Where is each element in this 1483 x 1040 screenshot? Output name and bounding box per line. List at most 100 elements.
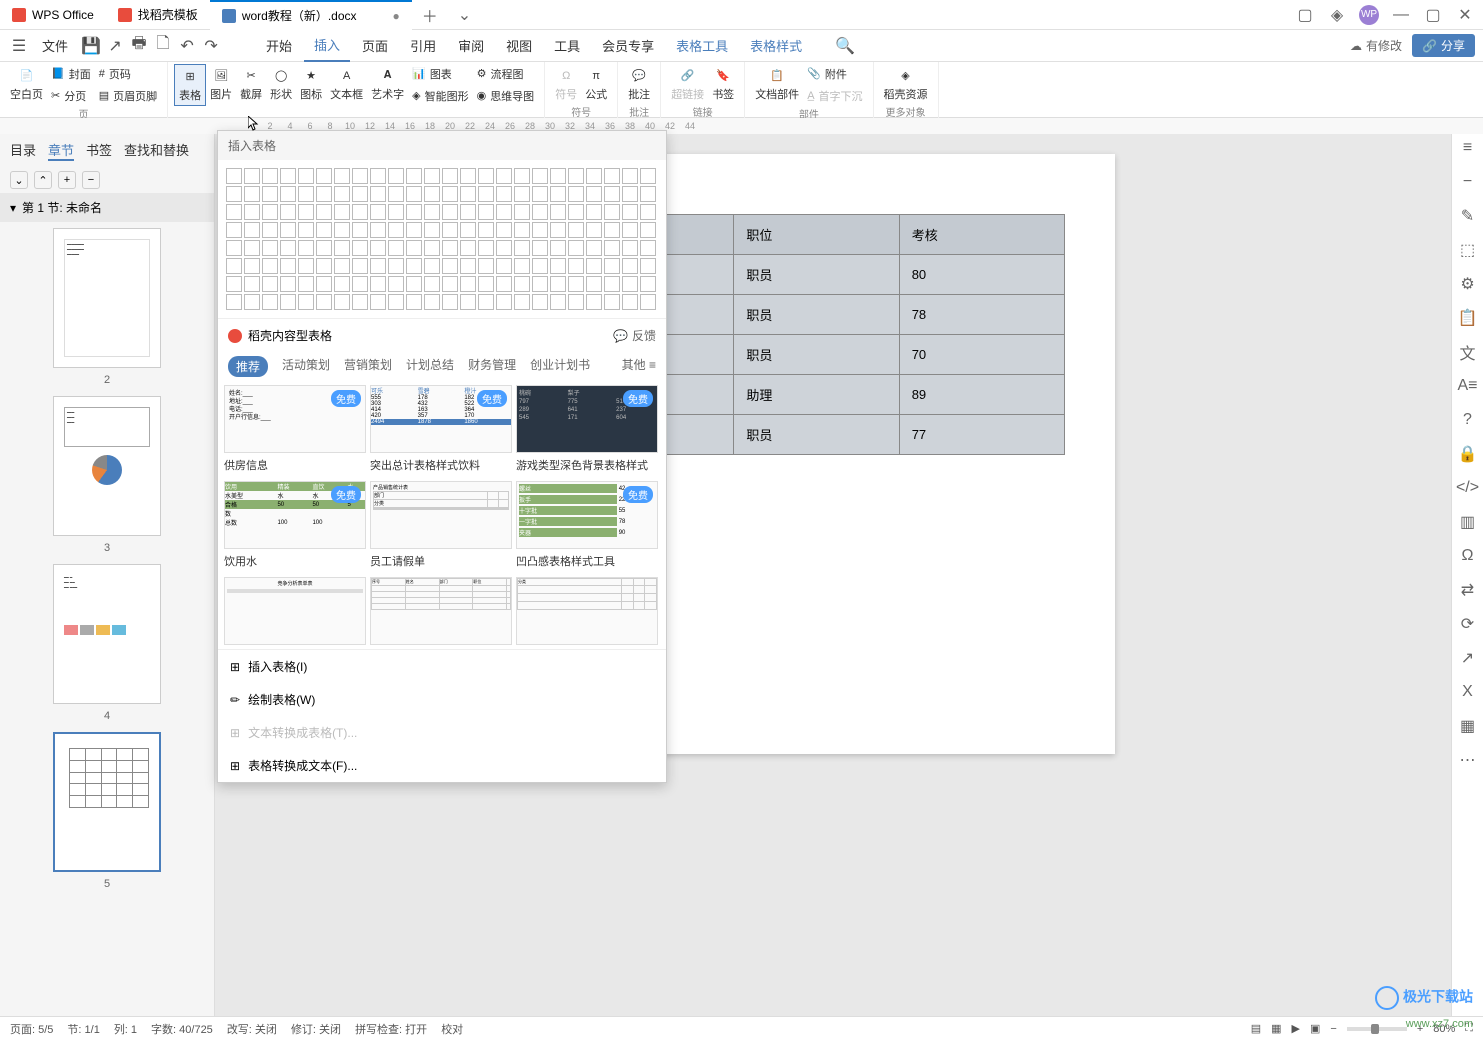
grid-cell[interactable] [460,294,476,310]
grid-cell[interactable] [568,168,584,184]
grid-cell[interactable] [280,168,296,184]
grid-cell[interactable] [334,204,350,220]
grid-cell[interactable] [550,294,566,310]
grid-cell[interactable] [640,258,656,274]
grid-cell[interactable] [604,276,620,292]
lock-icon[interactable]: 🔒 [1458,444,1478,464]
clipboard-icon[interactable]: 📋 [1458,308,1478,328]
spell-indicator[interactable]: 拼写检查: 打开 [355,1021,427,1037]
excel-icon[interactable]: X [1458,682,1478,702]
grid-cell[interactable] [442,204,458,220]
save-icon[interactable]: 💾 [80,35,102,57]
revision-indicator[interactable]: 改写: 关闭 [227,1021,277,1037]
grid-cell[interactable] [604,222,620,238]
wordart-button[interactable]: 𝐀艺术字 [367,64,408,106]
minus-icon[interactable]: − [1458,172,1478,192]
grid-cell[interactable] [298,294,314,310]
grid-cell[interactable] [226,276,242,292]
remove-button[interactable]: − [82,171,100,189]
nav-tab-toc[interactable]: 目录 [10,140,36,161]
grid-cell[interactable] [568,276,584,292]
grid-cell[interactable] [568,186,584,202]
picture-button[interactable]: 🖼图片 [206,64,236,106]
nav-tab-bookmark[interactable]: 书签 [86,140,112,161]
modified-indicator[interactable]: ☁ 有修改 [1350,37,1402,54]
grid-cell[interactable] [460,168,476,184]
grid-cell[interactable] [244,186,260,202]
formula-button[interactable]: π公式 [581,64,611,104]
grid-cell[interactable] [370,258,386,274]
collapse-button[interactable]: ⌄ [10,171,28,189]
category-item[interactable]: 营销策划 [344,356,392,377]
collapse-sidebar-icon[interactable]: ≡ [1458,138,1478,158]
settings-icon[interactable]: ⚙ [1458,274,1478,294]
grid-cell[interactable] [586,186,602,202]
grid-cell[interactable] [442,222,458,238]
grid-cell[interactable] [568,258,584,274]
grid-cell[interactable] [280,186,296,202]
insert-table-action[interactable]: ⊞插入表格(I) [218,650,666,683]
translate-icon[interactable]: 文 [1458,342,1478,362]
add-button[interactable]: + [58,171,76,189]
grid-cell[interactable] [496,222,512,238]
grid-cell[interactable] [424,222,440,238]
flowchart-button[interactable]: ⚙流程图 [473,64,539,84]
grid-cell[interactable] [586,240,602,256]
user-avatar[interactable]: WP [1359,5,1379,25]
table-to-text-action[interactable]: ⊞表格转换成文本(F)... [218,749,666,782]
grid-cell[interactable] [388,258,404,274]
grid-cell[interactable] [424,276,440,292]
grid-cell[interactable] [262,186,278,202]
tab-menu-button[interactable]: ⌄ [448,5,481,25]
grid-cell[interactable] [316,168,332,184]
grid-cell[interactable] [388,204,404,220]
grid-cell[interactable] [514,240,530,256]
grid-cell[interactable] [532,240,548,256]
bookmark-button[interactable]: 🔖书签 [708,64,738,104]
export-icon[interactable]: ↗ [104,35,126,57]
grid-cell[interactable] [532,204,548,220]
grid-cell[interactable] [640,204,656,220]
grid-cell[interactable] [298,276,314,292]
grid-cell[interactable] [514,222,530,238]
template-item[interactable]: 免费 桃碗梨子 797775516 289641237 545171604 游戏… [516,385,658,477]
grid-cell[interactable] [532,294,548,310]
grid-cell[interactable] [478,222,494,238]
grid-cell[interactable] [316,258,332,274]
grid-cell[interactable] [262,240,278,256]
grid-cell[interactable] [298,222,314,238]
section-indicator[interactable]: 节: 1/1 [67,1021,99,1037]
grid-cell[interactable] [262,258,278,274]
grid-cell[interactable] [298,240,314,256]
tab-wps[interactable]: WPS Office [0,0,106,30]
tab-table-style[interactable]: 表格样式 [740,30,812,62]
view-mode-icon[interactable]: ▶ [1292,1022,1300,1035]
grid-cell[interactable] [496,186,512,202]
category-item[interactable]: 活动策划 [282,356,330,377]
chart-button[interactable]: 📊图表 [408,64,472,84]
grid-cell[interactable] [532,168,548,184]
grid-cell[interactable] [226,294,242,310]
more-icon[interactable]: ⋯ [1458,750,1478,770]
grid-cell[interactable] [244,258,260,274]
nav-tab-section[interactable]: 章节 [48,140,74,161]
grid-cell[interactable] [640,168,656,184]
grid-cell[interactable] [478,276,494,292]
undo-icon[interactable]: ↶ [176,35,198,57]
track-indicator[interactable]: 修订: 关闭 [291,1021,341,1037]
grid-cell[interactable] [550,240,566,256]
textbox-button[interactable]: A文本框 [326,64,367,106]
symbol-button[interactable]: Ω符号 [551,64,581,104]
shape-button[interactable]: ◯形状 [266,64,296,106]
template-item[interactable]: 序号姓名部门职位 [370,577,512,645]
grid-cell[interactable] [280,222,296,238]
grid-cell[interactable] [226,186,242,202]
cover-button[interactable]: 📘封面 [47,64,95,84]
grid-cell[interactable] [478,204,494,220]
grid-cell[interactable] [478,168,494,184]
draw-table-action[interactable]: ✏绘制表格(W) [218,683,666,716]
grid-cell[interactable] [640,294,656,310]
table-button[interactable]: ⊞ 表格 [174,64,206,106]
grid-cell[interactable] [442,186,458,202]
grid-cell[interactable] [460,258,476,274]
